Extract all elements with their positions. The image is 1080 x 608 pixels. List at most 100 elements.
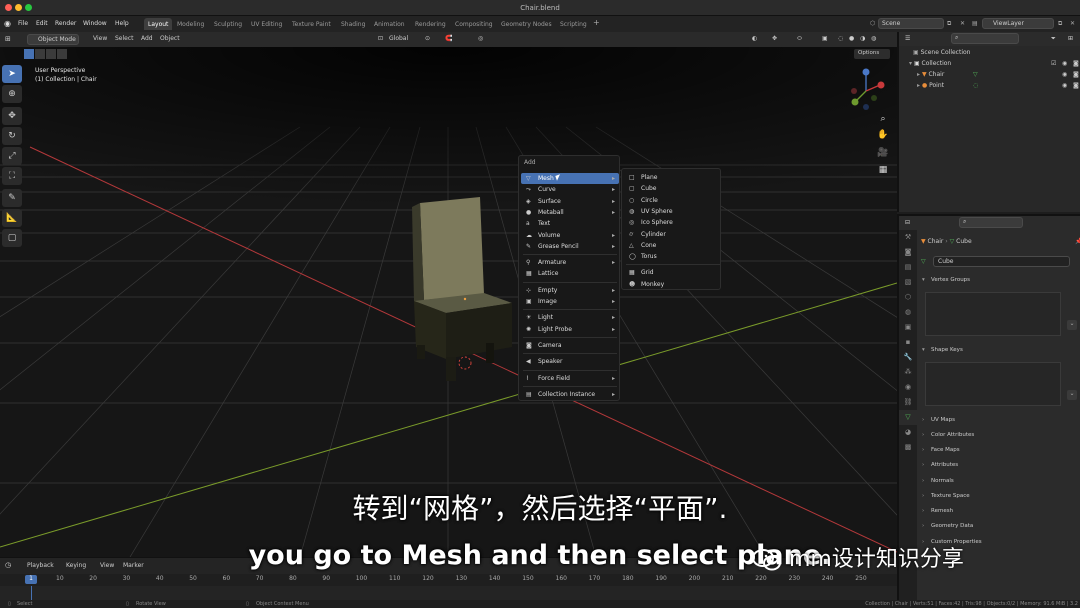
panel-uv-maps[interactable]: › UV Maps	[919, 414, 1077, 426]
menu-view[interactable]: View	[93, 35, 107, 42]
transform-orientation-selector[interactable]: Global	[389, 35, 408, 42]
outliner-search-field[interactable]: ⌕	[951, 33, 1019, 44]
panel-shape-keys[interactable]: ▾ Shape Keys	[919, 344, 1077, 356]
world-tab-icon[interactable]: ◍	[899, 305, 917, 320]
add-menu-item-curve[interactable]: ⤳ Curve ▸	[521, 184, 619, 195]
physics-tab-icon[interactable]: ◉	[899, 380, 917, 395]
shading-rendered-icon[interactable]: ◍	[871, 35, 876, 42]
mesh-item-uv-sphere[interactable]: ◍ UV Sphere	[624, 206, 720, 217]
add-menu-item-lattice[interactable]: ▦ Lattice	[521, 268, 619, 279]
mesh-name-field[interactable]: Cube	[933, 256, 1070, 267]
menu-object[interactable]: Object	[160, 35, 180, 42]
editor-type-icon[interactable]: ⊞	[5, 35, 11, 43]
texture-tab-icon[interactable]: ▩	[899, 440, 917, 455]
visibility-eye-icon[interactable]: ◉	[1062, 71, 1067, 78]
filter-icon[interactable]: ⏷	[1051, 35, 1056, 43]
3d-viewport[interactable]: Options ➤ ⊕ ✥ ↻ ⤢ ⛶ ✎ 📐 ▢ User Perspecti…	[0, 47, 897, 557]
xray-icon[interactable]: ▣	[822, 35, 828, 42]
navigation-gizmo[interactable]	[846, 65, 886, 113]
properties-editor-icon[interactable]: ⊟	[905, 219, 910, 226]
output-tab-icon[interactable]: ▤	[899, 260, 917, 275]
blender-logo-icon[interactable]: ◉	[4, 19, 11, 28]
cursor-tool-icon[interactable]: ⊕	[2, 85, 22, 103]
tab-scripting[interactable]: Scripting	[556, 18, 591, 30]
tab-sculpting[interactable]: Sculpting	[210, 18, 246, 30]
menu-window[interactable]: Window	[83, 20, 107, 27]
measure-tool-icon[interactable]: 📐	[2, 209, 22, 227]
mesh-item-plane[interactable]: □ Plane	[624, 172, 720, 183]
panel-normals[interactable]: › Normals	[919, 475, 1077, 487]
tab-compositing[interactable]: Compositing	[451, 18, 497, 30]
scene-collection-row[interactable]: ▣ Scene Collection	[913, 49, 970, 56]
modifier-tab-icon[interactable]: 🔧	[899, 350, 917, 365]
properties-search-field[interactable]: ⌕	[959, 217, 1023, 228]
point-row[interactable]: ▸ ● Point ◌ ◉ ◙	[917, 82, 1080, 89]
scene-selector[interactable]: Scene	[878, 18, 944, 29]
tab-geometry-nodes[interactable]: Geometry Nodes	[497, 18, 556, 30]
list-menu-icon[interactable]: ⌄	[1067, 320, 1077, 330]
add-menu-item-light[interactable]: ☀ Light ▸	[521, 312, 619, 323]
list-menu-icon[interactable]: ⌄	[1067, 390, 1077, 400]
view-layer-selector[interactable]: ViewLayer	[982, 18, 1054, 29]
menu-edit[interactable]: Edit	[36, 20, 48, 27]
add-menu-item-metaball[interactable]: ● Metaball ▸	[521, 207, 619, 218]
menu-add[interactable]: Add	[141, 35, 153, 42]
add-menu-item-armature[interactable]: ⚲ Armature ▸	[521, 257, 619, 268]
panel-attributes[interactable]: › Attributes	[919, 459, 1077, 471]
gizmo-toggle-icon[interactable]: ✥	[772, 35, 777, 42]
add-menu-item-volume[interactable]: ☁ Volume ▸	[521, 230, 619, 241]
add-menu-item-empty[interactable]: ⊹ Empty ▸	[521, 285, 619, 296]
material-tab-icon[interactable]: ◕	[899, 425, 917, 440]
mesh-data-icon[interactable]: ▽	[973, 71, 978, 78]
tab-uv-editing[interactable]: UV Editing	[247, 18, 286, 30]
add-menu-item-surface[interactable]: ◈ Surface ▸	[521, 196, 619, 207]
pivot-point-icon[interactable]: ⊙	[425, 35, 430, 42]
add-menu-item-grease-pencil[interactable]: ✎ Grease Pencil ▸	[521, 241, 619, 252]
chair-row[interactable]: ▸ ▼ Chair ▽ ◉ ◙	[917, 71, 1080, 78]
visibility-eye-icon[interactable]: ◉	[1062, 82, 1067, 89]
panel-face-maps[interactable]: › Face Maps	[919, 444, 1077, 456]
view-layer-tab-icon[interactable]: ▧	[899, 275, 917, 290]
mesh-item-ico-sphere[interactable]: ◎ Ico Sphere	[624, 217, 720, 228]
delete-scene-icon[interactable]: ✕	[960, 20, 965, 27]
shading-solid-icon[interactable]: ●	[849, 35, 854, 42]
add-menu-item-text[interactable]: a Text	[521, 218, 619, 229]
vertex-groups-list[interactable]	[925, 292, 1061, 336]
visibility-icon[interactable]: ◐	[752, 35, 757, 42]
mesh-item-circle[interactable]: ○ Circle	[624, 195, 720, 206]
new-collection-icon[interactable]: ⊞	[1068, 35, 1073, 42]
mesh-item-torus[interactable]: ◯ Torus	[624, 251, 720, 262]
transform-tool-icon[interactable]: ⛶	[2, 167, 22, 185]
overlay-toggle-icon[interactable]: ⬭	[797, 35, 802, 43]
mesh-item-cube[interactable]: ▢ Cube	[624, 183, 720, 194]
menu-render[interactable]: Render	[55, 20, 76, 27]
proportional-edit-icon[interactable]: ◎	[478, 35, 483, 42]
new-view-layer-icon[interactable]: ⧉	[1058, 20, 1062, 28]
select-box-tool-icon[interactable]: ➤	[2, 65, 22, 83]
mesh-item-cone[interactable]: △ Cone	[624, 240, 720, 251]
add-workspace-icon[interactable]: +	[593, 18, 600, 27]
zoom-view-icon[interactable]: ⌕	[876, 114, 890, 128]
scene-tab-icon[interactable]: ⬡	[899, 290, 917, 305]
tab-rendering[interactable]: Rendering	[411, 18, 450, 30]
menu-select[interactable]: Select	[115, 35, 134, 42]
menu-help[interactable]: Help	[115, 20, 129, 27]
mode-selector[interactable]: Object Mode	[27, 34, 79, 45]
select-subtract-icon[interactable]	[46, 49, 56, 59]
particles-tab-icon[interactable]: ⁂	[899, 365, 917, 380]
rotate-tool-icon[interactable]: ↻	[2, 127, 22, 145]
new-scene-icon[interactable]: ⧉	[947, 20, 951, 28]
select-invert-icon[interactable]	[57, 49, 67, 59]
mesh-item-cylinder[interactable]: ⌭ Cylinder	[624, 229, 720, 240]
constraints-tab-icon[interactable]: ⛓	[899, 395, 917, 410]
delete-view-layer-icon[interactable]: ✕	[1070, 20, 1075, 27]
mesh-data-tab-icon[interactable]: ▽	[899, 410, 917, 425]
tab-modeling[interactable]: Modeling	[173, 18, 208, 30]
add-menu-item-collection-instance[interactable]: ▤ Collection Instance ▸	[521, 389, 619, 400]
render-tab-icon[interactable]: ◙	[899, 245, 917, 260]
options-dropdown[interactable]: Options	[854, 49, 890, 59]
menu-file[interactable]: File	[18, 20, 28, 27]
outliner-editor-icon[interactable]: ☰	[905, 35, 910, 42]
visibility-eye-icon[interactable]: ◉	[1062, 60, 1067, 67]
add-menu-item-light-probe[interactable]: ✺ Light Probe ▸	[521, 324, 619, 335]
